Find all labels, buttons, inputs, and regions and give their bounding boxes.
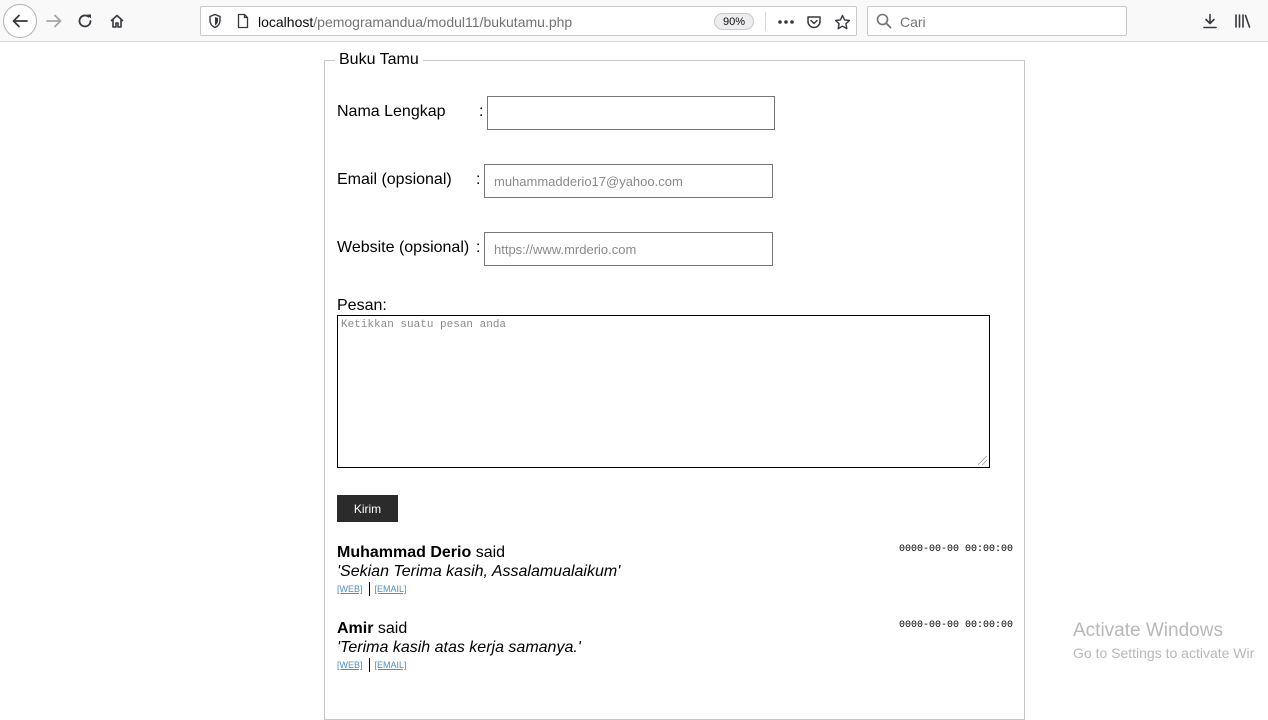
message-placeholder: Ketikkan suatu pesan anda bbox=[341, 319, 507, 331]
entry-links: [WEB] [EMAIL] bbox=[337, 658, 407, 672]
page-info-icon[interactable] bbox=[235, 13, 251, 34]
email-label: Email (opsional) bbox=[337, 171, 452, 188]
name-field[interactable] bbox=[487, 96, 775, 130]
message-label: Pesan: bbox=[337, 297, 387, 314]
name-colon: : bbox=[479, 103, 484, 120]
fieldset-legend: Buku Tamu bbox=[335, 51, 423, 69]
browser-toolbar: localhost/pemogramandua/modul11/bukutamu… bbox=[0, 0, 1268, 42]
entry-message: 'Terima kasih atas kerja samanya.' bbox=[337, 639, 581, 656]
url-separator bbox=[765, 12, 766, 31]
entry-timestamp: 0000-00-00 00:00:00 bbox=[898, 620, 1013, 631]
email-field[interactable]: muhammadderio17@yahoo.com bbox=[484, 164, 773, 198]
url-host: localhost bbox=[258, 14, 314, 30]
activate-windows-subtitle: Go to Settings to activate Wir bbox=[1073, 645, 1255, 661]
arrow-right-icon bbox=[46, 14, 62, 28]
entry-said: said bbox=[475, 544, 506, 561]
arrow-left-icon bbox=[12, 14, 28, 28]
bookmark-star-icon[interactable] bbox=[832, 12, 852, 32]
entry-said: said bbox=[377, 620, 408, 637]
resize-grip-icon[interactable] bbox=[978, 456, 987, 465]
entry-author: Amir bbox=[337, 620, 374, 637]
url-path: /pemogramandua/modul11/bukutamu.php bbox=[313, 14, 573, 30]
message-textarea[interactable]: Ketikkan suatu pesan anda bbox=[337, 315, 990, 468]
library-icon[interactable] bbox=[1232, 10, 1254, 32]
website-field[interactable]: https://www.mrderio.com bbox=[484, 232, 773, 266]
url-bar[interactable]: localhost/pemogramandua/modul11/bukutamu… bbox=[200, 6, 857, 36]
search-placeholder: Cari bbox=[900, 14, 926, 30]
search-icon bbox=[876, 13, 892, 34]
email-placeholder: muhammadderio17@yahoo.com bbox=[494, 173, 683, 189]
url-text: localhost/pemogramandua/modul11/bukutamu… bbox=[258, 14, 572, 30]
forward-button[interactable] bbox=[38, 5, 70, 37]
submit-button[interactable]: Kirim bbox=[337, 495, 398, 522]
entry-author: Muhammad Derio bbox=[337, 544, 472, 561]
zoom-indicator[interactable]: 90% bbox=[714, 13, 754, 30]
downloads-icon[interactable] bbox=[1199, 10, 1221, 32]
website-placeholder: https://www.mrderio.com bbox=[494, 241, 637, 257]
name-label: Nama Lengkap bbox=[337, 103, 446, 120]
entry-links: [WEB] [EMAIL] bbox=[337, 582, 407, 596]
more-actions-icon[interactable] bbox=[776, 12, 796, 32]
search-bar[interactable]: Cari bbox=[867, 6, 1127, 36]
reload-button[interactable] bbox=[69, 5, 101, 37]
entry-timestamp: 0000-00-00 00:00:00 bbox=[898, 544, 1013, 555]
home-button[interactable] bbox=[101, 5, 133, 37]
entry-author-line: Muhammad Derio said bbox=[337, 544, 505, 562]
home-icon bbox=[110, 14, 124, 28]
entry-web-link[interactable]: [WEB] bbox=[337, 660, 363, 670]
link-divider bbox=[368, 658, 370, 672]
shield-icon[interactable] bbox=[207, 13, 223, 34]
entry-author-line: Amir said bbox=[337, 620, 407, 638]
back-button[interactable] bbox=[3, 4, 37, 38]
pocket-icon[interactable] bbox=[804, 12, 824, 32]
activate-windows-title: Activate Windows bbox=[1073, 620, 1223, 641]
website-colon: : bbox=[476, 239, 481, 256]
email-colon: : bbox=[476, 171, 481, 188]
entry-web-link[interactable]: [WEB] bbox=[337, 584, 363, 594]
website-label: Website (opsional) bbox=[337, 239, 470, 256]
entry-email-link[interactable]: [EMAIL] bbox=[375, 660, 407, 670]
entry-message: 'Sekian Terima kasih, Assalamualaikum' bbox=[337, 563, 621, 580]
reload-icon bbox=[78, 14, 92, 28]
entry-email-link[interactable]: [EMAIL] bbox=[375, 584, 407, 594]
link-divider bbox=[368, 582, 370, 596]
